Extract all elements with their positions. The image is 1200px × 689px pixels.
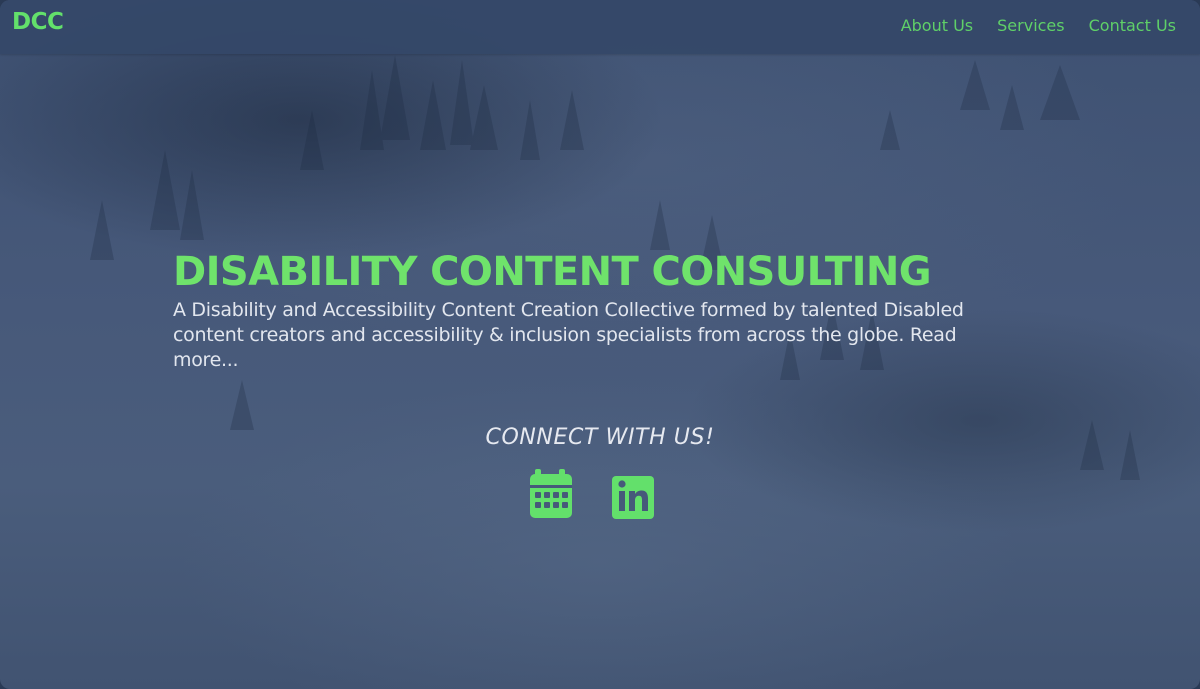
connect-heading: CONNECT WITH US! [485,425,715,450]
hero-title: DISABILITY CONTENT CONSULTING [173,249,932,295]
nav-link-contact-us[interactable]: Contact Us [1089,16,1176,35]
nav-link-about-us[interactable]: About Us [901,16,973,35]
nav-menu: About Us Services Contact Us [901,16,1176,35]
navbar: DCC About Us Services Contact Us [0,0,1200,54]
calendar-icon[interactable] [529,469,573,521]
page: DCC About Us Services Contact Us DISABIL… [0,0,1200,689]
hero-section: DISABILITY CONTENT CONSULTING A Disabili… [173,248,1023,373]
hero-description: A Disability and Accessibility Content C… [173,298,1023,373]
linkedin-icon[interactable] [611,469,655,521]
social-icons [529,469,655,521]
logo[interactable]: DCC [12,9,64,35]
hero-description-text: A Disability and Accessibility Content C… [173,299,964,346]
nav-link-services[interactable]: Services [997,16,1064,35]
